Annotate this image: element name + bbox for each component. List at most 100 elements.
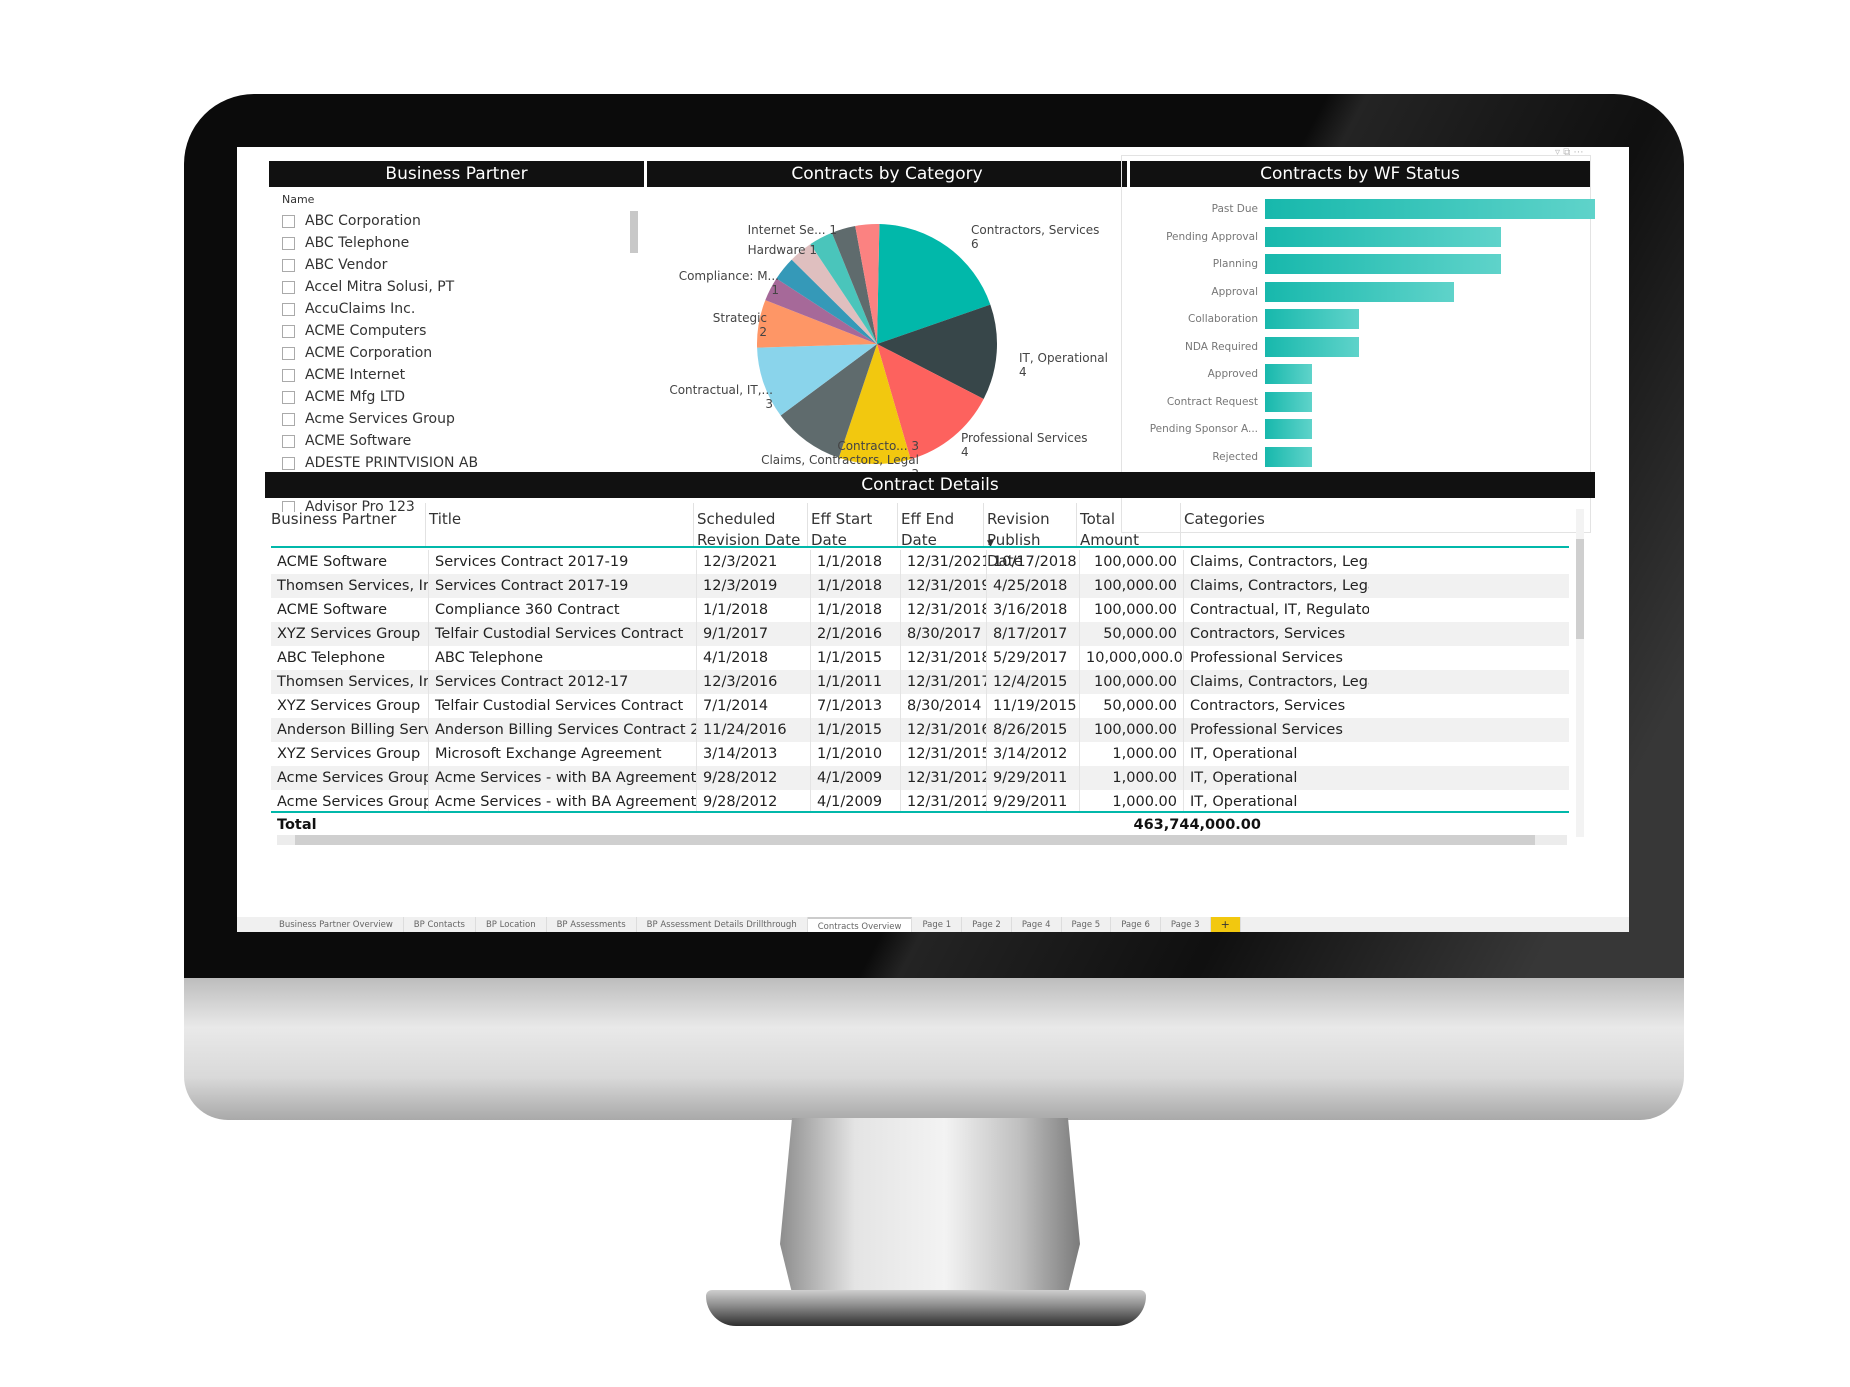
table-header: Business Partner Title Scheduled Revision … xyxy=(265,499,1575,570)
column-separator[interactable] xyxy=(425,503,426,547)
checkbox[interactable] xyxy=(282,236,295,250)
slicer-item-label: ACME Software xyxy=(305,433,412,449)
table-cell: 12/31/2018 xyxy=(901,598,987,622)
checkbox[interactable] xyxy=(282,324,295,338)
slicer-item[interactable]: ACME Mfg LTD xyxy=(282,386,602,408)
slicer-scrollbar[interactable] xyxy=(630,211,638,253)
horizontal-scroll-thumb[interactable] xyxy=(295,835,1535,845)
page-tab[interactable]: Page 2 xyxy=(962,917,1012,932)
table-cell: 8/26/2015 xyxy=(987,718,1080,742)
table-cell: ABC Telephone xyxy=(271,646,429,670)
page-tab[interactable]: BP Contacts xyxy=(404,917,476,932)
column-separator[interactable] xyxy=(983,503,984,547)
column-separator[interactable] xyxy=(693,503,694,547)
page-tab[interactable]: Page 3 xyxy=(1161,917,1211,932)
table-cell: 11/24/2016 xyxy=(697,718,811,742)
checkbox[interactable] xyxy=(282,368,295,382)
table-cell: 5/29/2017 xyxy=(987,646,1080,670)
checkbox[interactable] xyxy=(282,302,295,316)
column-header[interactable]: Title xyxy=(429,509,689,530)
page-tab[interactable]: Page 5 xyxy=(1062,917,1112,932)
table-row[interactable]: Thomsen Services, Inc. Services Contract … xyxy=(271,574,1569,598)
slicer-item[interactable]: ACME Corporation xyxy=(282,342,602,364)
checkbox[interactable] xyxy=(282,390,295,404)
column-header[interactable]: Scheduled Revision Date xyxy=(697,509,803,551)
bar[interactable] xyxy=(1265,336,1360,357)
column-separator[interactable] xyxy=(1076,503,1077,547)
page-tab[interactable]: Page 4 xyxy=(1012,917,1062,932)
table-cell: Services Contract 2012-17 xyxy=(429,670,697,694)
column-header[interactable]: Eff Start Date xyxy=(811,509,893,551)
pie-label-internet-services: Internet Se... 1 xyxy=(747,223,837,237)
checkbox[interactable] xyxy=(282,214,295,228)
bar[interactable] xyxy=(1265,309,1360,329)
column-separator[interactable] xyxy=(807,503,808,547)
bar[interactable] xyxy=(1265,281,1454,302)
slicer-item[interactable]: Acme Services Group xyxy=(282,408,602,430)
table-row[interactable]: XYZ Services Group Telfair Custodial Serv… xyxy=(271,622,1569,646)
table-body[interactable]: ACME Software Services Contract 2017-19 12… xyxy=(271,550,1569,813)
pie-label-hardware: Hardware 1 xyxy=(747,243,817,257)
bar[interactable] xyxy=(1265,446,1313,467)
page-tab[interactable]: Page 1 xyxy=(912,917,963,932)
slicer-item[interactable]: ACME Software xyxy=(282,430,602,452)
table-row[interactable]: Thomsen Services, Inc. Services Contract … xyxy=(271,670,1569,694)
table-row[interactable]: XYZ Services Group Microsoft Exchange Agr… xyxy=(271,742,1569,766)
bar[interactable] xyxy=(1265,254,1501,274)
page-tab[interactable]: Page 6 xyxy=(1111,917,1161,932)
slicer-list[interactable]: ABC Corporation ABC Telephone ABC Vendor Ac… xyxy=(282,210,602,512)
page-tab[interactable]: BP Assessment Details Drillthrough xyxy=(637,917,808,932)
table-row[interactable]: Anderson Billing ServicesAnderson Billin… xyxy=(271,718,1569,742)
table-row[interactable]: Acme Services Group Acme Services - with … xyxy=(271,790,1569,813)
bar[interactable] xyxy=(1265,199,1595,219)
bar[interactable] xyxy=(1265,364,1313,384)
checkbox[interactable] xyxy=(282,258,295,272)
checkbox[interactable] xyxy=(282,456,295,470)
page-tab[interactable]: BP Assessments xyxy=(547,917,637,932)
column-header[interactable]: Total Amount xyxy=(1080,509,1176,551)
bar[interactable] xyxy=(1265,419,1313,439)
table-row[interactable]: ACME Software Compliance 360 Contract 1/1/… xyxy=(271,598,1569,622)
column-header[interactable]: Eff End Date xyxy=(901,509,979,551)
table-cell: 12/31/2012 xyxy=(901,790,987,813)
slicer-item[interactable]: Accel Mitra Solusi, PT xyxy=(282,276,602,298)
table-row[interactable]: ABC Telephone ABC Telephone 4/1/2018 1/1/20… xyxy=(271,646,1569,670)
slicer-item[interactable]: ABC Corporation xyxy=(282,210,602,232)
table-cell: Thomsen Services, Inc. xyxy=(271,670,429,694)
monitor-stand-base xyxy=(706,1290,1146,1326)
checkbox[interactable] xyxy=(282,434,295,448)
vertical-scroll-thumb[interactable] xyxy=(1576,539,1584,639)
column-header[interactable]: Categories xyxy=(1184,509,1361,530)
checkbox[interactable] xyxy=(282,280,295,294)
slicer-item[interactable]: ADESTE PRINTVISION AB xyxy=(282,452,602,474)
checkbox[interactable] xyxy=(282,412,295,426)
page-tab[interactable]: BP Location xyxy=(476,917,547,932)
table-row[interactable]: ACME Software Services Contract 2017-19 12… xyxy=(271,550,1569,574)
table-cell: Professional Services xyxy=(1190,650,1343,666)
bar[interactable] xyxy=(1265,226,1501,247)
wf-status-bar-chart[interactable]: Past Due Pending Approval Planning Approval… xyxy=(1130,187,1595,517)
slicer-item[interactable]: ACME Internet xyxy=(282,364,602,386)
page-tab[interactable]: Business Partner Overview xyxy=(269,917,404,932)
table-row[interactable]: Acme Services Group Acme Services - with … xyxy=(271,766,1569,790)
slicer-item[interactable]: ACME Computers xyxy=(282,320,602,342)
bar-category-label: Approval xyxy=(1211,285,1258,298)
bar-category-label: NDA Required xyxy=(1184,340,1258,353)
slicer-item[interactable]: ABC Vendor xyxy=(282,254,602,276)
table-cell: IT, Operational xyxy=(1190,746,1298,762)
column-separator[interactable] xyxy=(1180,503,1181,547)
slicer-item[interactable]: AccuClaims Inc. xyxy=(282,298,602,320)
table-horizontal-scrollbar[interactable] xyxy=(277,835,1567,845)
column-separator[interactable] xyxy=(897,503,898,547)
pie-label-it-operational: IT, Operational 4 xyxy=(1019,351,1108,379)
table-row[interactable]: XYZ Services Group Telfair Custodial Serv… xyxy=(271,694,1569,718)
page-tab[interactable]: Contracts Overview xyxy=(807,917,913,932)
slicer-item[interactable]: ABC Telephone xyxy=(282,232,602,254)
page-tabs[interactable]: Business Partner Overview BP Contacts BP L… xyxy=(237,917,1629,932)
bar[interactable] xyxy=(1265,391,1313,412)
table-vertical-scrollbar[interactable] xyxy=(1576,509,1584,837)
table-cell: 1/1/2018 xyxy=(697,598,811,622)
add-page-button[interactable]: + xyxy=(1210,917,1241,932)
column-header[interactable]: Business Partner xyxy=(271,509,421,530)
checkbox[interactable] xyxy=(282,346,295,360)
